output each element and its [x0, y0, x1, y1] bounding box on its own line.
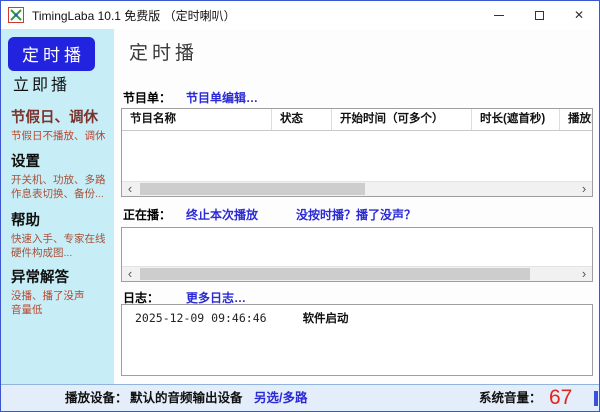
device-select-link[interactable]: 另选/多路 [254, 385, 307, 411]
playback-help-link[interactable]: 没按时播？播了没声？ [296, 206, 416, 223]
playback-device-label: 播放设备： [65, 391, 128, 405]
sidebar-item-holidays[interactable]: 节假日、调休 节假日不播放、调休 [11, 106, 106, 144]
title-bar: TimingLaba 10.1 免费版 （定时喇叭） ✕ [1, 1, 599, 29]
now-playing-box: ‹ › [121, 227, 593, 282]
sidebar-item-troubleshooting[interactable]: 异常解答 没播、播了没声 音量低 [11, 266, 85, 317]
sidebar-item-label: 异常解答 [11, 270, 69, 286]
scroll-right-icon[interactable]: › [576, 182, 592, 196]
sidebar-item-help[interactable]: 帮助 快速入手、专家在线 硬件构成图... [11, 209, 106, 260]
sidebar-item-subtitle: 快速入手、专家在线 硬件构成图... [11, 233, 106, 259]
sidebar-item-instant-play[interactable]: 立即播 [13, 71, 70, 95]
window-title: TimingLaba 10.1 免费版 （定时喇叭） [32, 8, 236, 23]
log-box: 2025-12-09 09:46:46 软件启动 [121, 304, 593, 376]
column-header-duration: 时长(遮首秒) [472, 109, 560, 130]
app-logo-icon [8, 7, 24, 23]
scroll-left-icon[interactable]: ‹ [122, 182, 138, 196]
sidebar-item-subtitle: 没播、播了没声 音量低 [11, 290, 85, 316]
clipped-edge-control-icon [594, 391, 598, 406]
log-label: 日志： [123, 291, 160, 305]
playlist-edit-link[interactable]: 节目单编辑… [186, 89, 258, 106]
status-bar: 播放设备： 默认的音频输出设备 另选/多路 系统音量： 67 [1, 384, 599, 411]
sidebar-item-subtitle: 开关机、功放、多路 作息表切换、备份... [11, 174, 106, 200]
minimize-icon [494, 14, 504, 16]
scrollbar-thumb[interactable] [140, 183, 365, 195]
sidebar-item-label: 设置 [11, 154, 40, 170]
log-entry: 2025-12-09 09:46:46 软件启动 [135, 310, 592, 326]
close-icon: ✕ [573, 8, 585, 22]
sidebar-item-timed-play[interactable]: 定时播 [8, 37, 95, 71]
sidebar-item-label: 节假日、调休 [11, 110, 98, 126]
sidebar-item-label: 帮助 [11, 213, 40, 229]
playlist-hscrollbar[interactable]: ‹ › [122, 181, 592, 196]
scroll-left-icon[interactable]: ‹ [122, 267, 138, 281]
close-button[interactable]: ✕ [559, 1, 599, 29]
log-entry-message: 软件启动 [302, 313, 349, 325]
column-header-content: 播放内容 [568, 113, 592, 125]
sidebar-item-subtitle: 节假日不播放、调休 [11, 130, 106, 142]
main-content: 定时播 节目单： 节目单编辑… 节目名称 状态 开始时间（可多个） 时长(遮首秒… [114, 29, 599, 384]
now-playing-hscrollbar[interactable]: ‹ › [122, 266, 592, 281]
system-volume-label: 系统音量： [479, 391, 542, 405]
system-volume-value: 67 [549, 386, 573, 409]
maximize-button[interactable] [519, 1, 559, 29]
playlist-table: 节目名称 状态 开始时间（可多个） 时长(遮首秒) 播放内容 ‹ › [121, 108, 593, 197]
now-playing-row: 正在播： 终止本次播放 没按时播？播了没声？ [123, 206, 416, 224]
scrollbar-thumb[interactable] [140, 268, 530, 280]
playlist-row: 节目单： 节目单编辑… [123, 89, 258, 107]
column-header-start-time: 开始时间（可多个） [332, 109, 472, 130]
page-title: 定时播 [129, 43, 199, 64]
window-controls: ✕ [479, 1, 599, 29]
stop-playback-link[interactable]: 终止本次播放 [186, 206, 258, 223]
maximize-icon [534, 10, 544, 20]
playback-device-value: 默认的音频输出设备 [130, 391, 243, 405]
app-window: TimingLaba 10.1 免费版 （定时喇叭） ✕ 定时播 立即播 节假日… [0, 0, 600, 412]
column-header-status: 状态 [272, 109, 332, 130]
playlist-label: 节目单： [123, 91, 172, 105]
scroll-right-icon[interactable]: › [576, 267, 592, 281]
playlist-table-header: 节目名称 状态 开始时间（可多个） 时长(遮首秒) 播放内容 [122, 109, 592, 131]
log-entry-time: 2025-12-09 09:46:46 [135, 311, 267, 325]
column-header-name: 节目名称 [122, 109, 272, 130]
minimize-button[interactable] [479, 1, 519, 29]
now-playing-label: 正在播： [123, 208, 172, 222]
sidebar-item-settings[interactable]: 设置 开关机、功放、多路 作息表切换、备份... [11, 150, 106, 201]
sidebar: 定时播 立即播 节假日、调休 节假日不播放、调休 设置 开关机、功放、多路 作息… [1, 29, 114, 384]
